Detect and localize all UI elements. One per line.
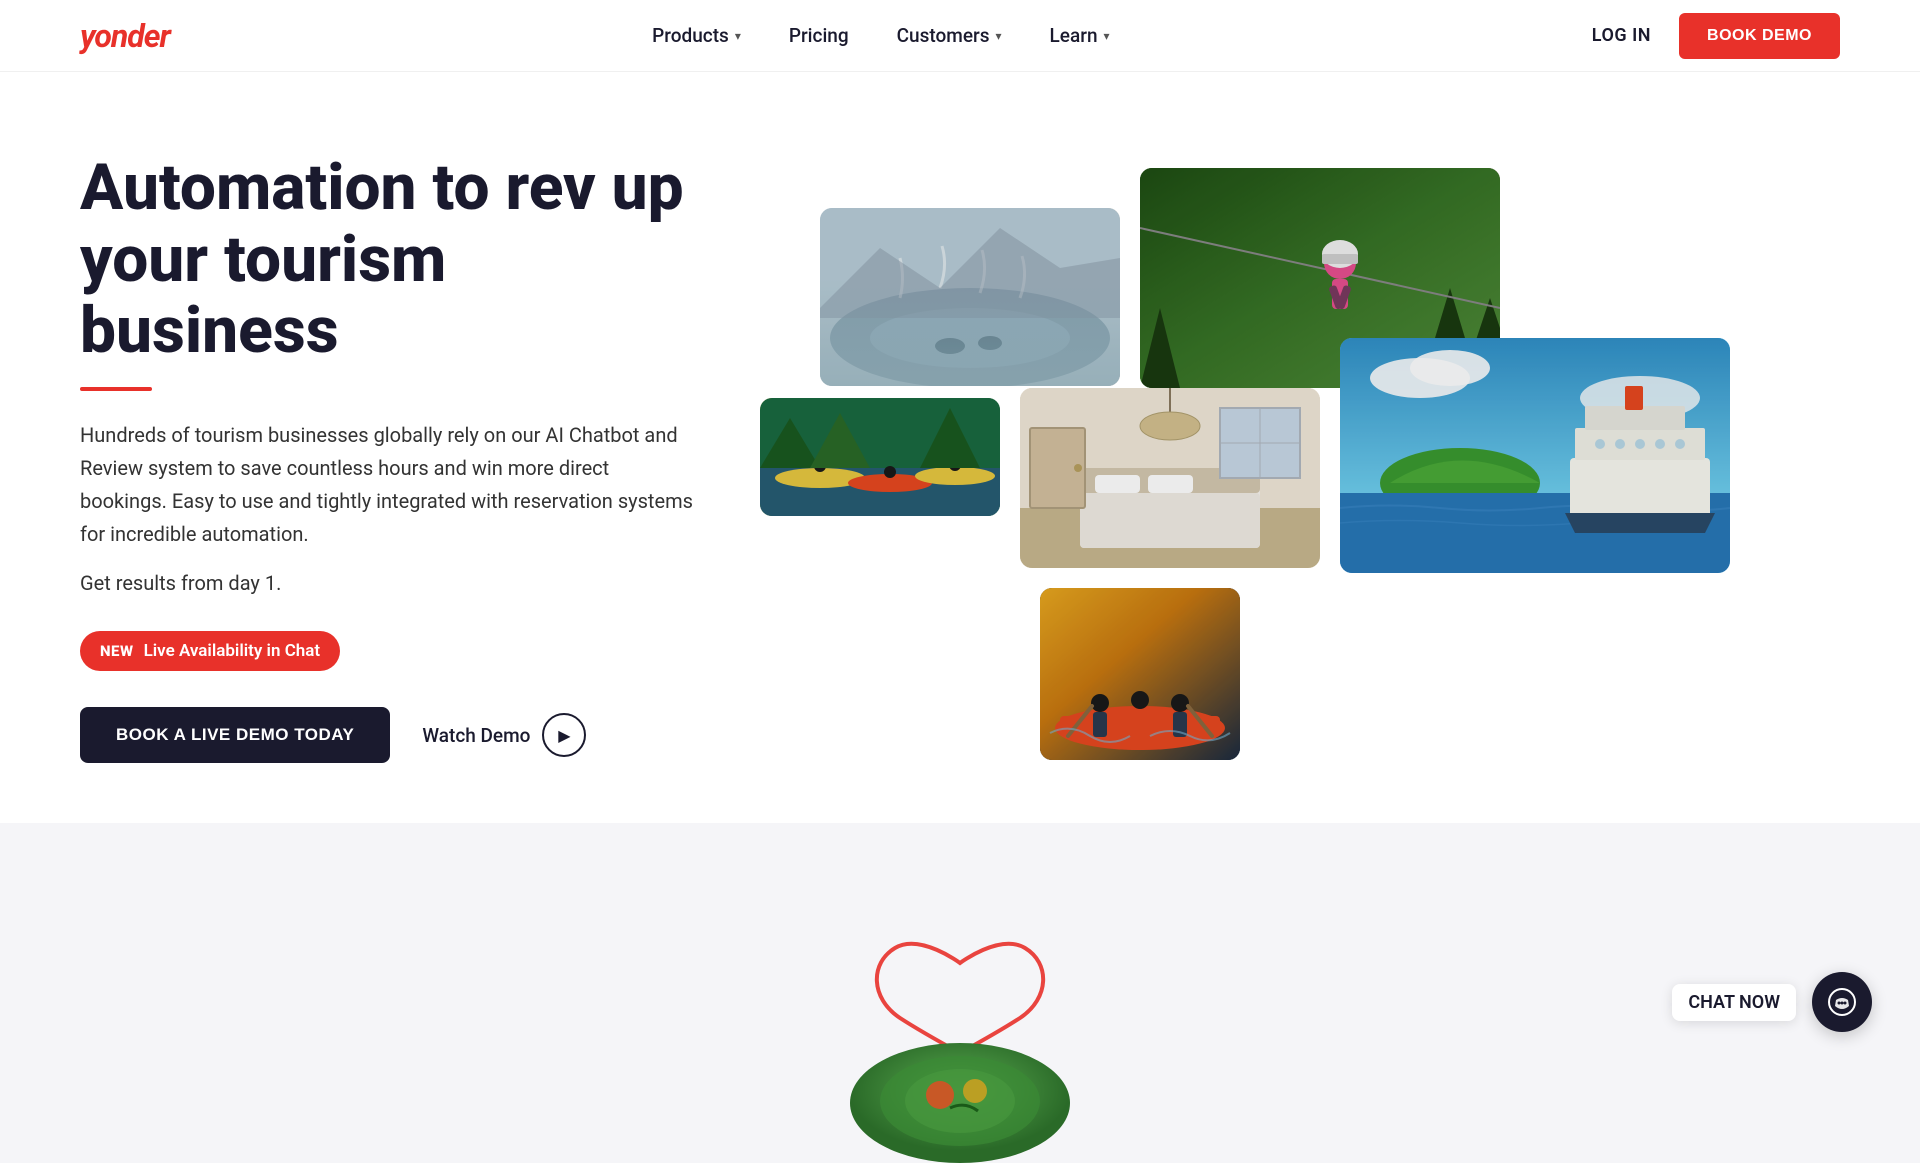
hero-title: Automation to rev up your tourism busine… — [80, 152, 720, 367]
book-demo-nav-button[interactable]: BOOK DEMO — [1679, 13, 1840, 59]
chat-now-button[interactable] — [1812, 972, 1872, 1032]
nav-pricing[interactable]: Pricing — [789, 24, 849, 47]
hero-images — [760, 168, 1840, 748]
watch-demo-link[interactable]: Watch Demo ▶ — [422, 713, 586, 757]
bottom-section — [0, 823, 1920, 1163]
badge-new-label: NEW — [100, 642, 134, 660]
nav-actions: LOG IN BOOK DEMO — [1592, 13, 1840, 59]
logo[interactable]: yonder — [80, 17, 170, 55]
adventure-image — [1040, 588, 1240, 760]
hero-description: Hundreds of tourism businesses globally … — [80, 419, 700, 551]
chevron-down-icon: ▾ — [1104, 29, 1110, 43]
bedroom-image — [1020, 388, 1320, 568]
hero-content: Automation to rev up your tourism busine… — [80, 152, 760, 763]
book-demo-hero-button[interactable]: BOOK A LIVE DEMO TODAY — [80, 707, 390, 763]
login-button[interactable]: LOG IN — [1592, 25, 1651, 46]
nav-products[interactable]: Products ▾ — [652, 24, 741, 47]
live-availability-badge[interactable]: NEW Live Availability in Chat — [80, 631, 340, 671]
cta-row: BOOK A LIVE DEMO TODAY Watch Demo ▶ — [80, 707, 720, 763]
hot-springs-image — [820, 208, 1120, 386]
hero-divider — [80, 387, 152, 391]
image-collage — [760, 168, 1840, 748]
navigation: yonder Products ▾ Pricing Customers ▾ Le… — [0, 0, 1920, 72]
chat-now-label: CHAT NOW — [1672, 984, 1796, 1021]
bottom-illustration — [810, 903, 1110, 1163]
nav-links: Products ▾ Pricing Customers ▾ Learn ▾ — [652, 24, 1109, 47]
cruise-image — [1340, 338, 1730, 573]
chat-icon — [1828, 988, 1856, 1016]
kayak-image — [760, 398, 1000, 516]
chevron-down-icon: ▾ — [996, 29, 1002, 43]
chevron-down-icon: ▾ — [735, 29, 741, 43]
badge-text: Live Availability in Chat — [144, 641, 321, 661]
chat-widget: CHAT NOW — [1672, 972, 1872, 1032]
play-icon: ▶ — [542, 713, 586, 757]
hero-section: Automation to rev up your tourism busine… — [0, 72, 1920, 823]
watch-demo-label: Watch Demo — [422, 724, 530, 747]
nav-learn[interactable]: Learn ▾ — [1050, 24, 1110, 47]
hero-sub-text: Get results from day 1. — [80, 571, 720, 595]
nav-customers[interactable]: Customers ▾ — [897, 24, 1002, 47]
